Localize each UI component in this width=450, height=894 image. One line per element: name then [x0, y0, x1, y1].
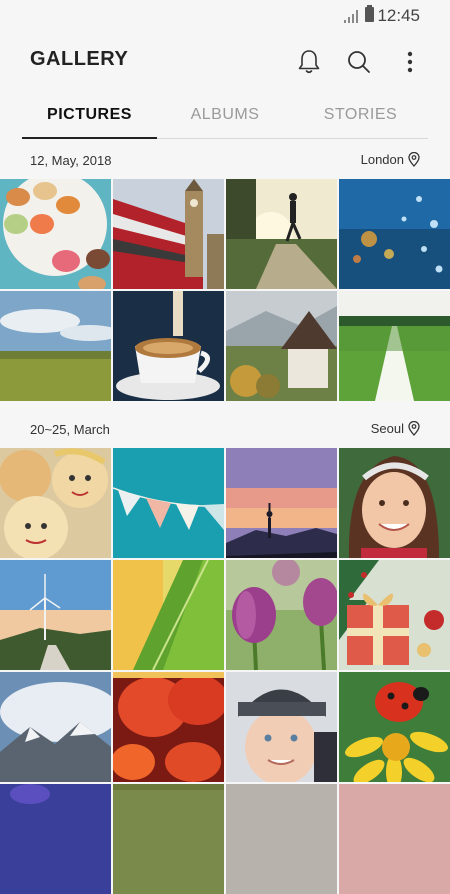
photo-thumbnail[interactable]	[113, 784, 224, 894]
battery-icon	[365, 5, 374, 22]
location-pin-icon	[408, 152, 420, 167]
photo-thumbnail[interactable]	[339, 784, 450, 894]
photo-thumbnail[interactable]	[339, 179, 450, 289]
photo-thumbnail[interactable]	[113, 179, 224, 289]
photo-thumbnail[interactable]	[226, 784, 337, 894]
photo-thumbnail[interactable]	[113, 291, 224, 401]
photo-thumbnail[interactable]	[113, 448, 224, 558]
photo-thumbnail[interactable]	[0, 672, 111, 782]
tab-indicator	[22, 137, 157, 139]
photo-grid	[0, 448, 450, 894]
app-title: GALLERY	[30, 48, 129, 70]
location-pin-icon	[408, 421, 420, 436]
location-label: Seoul	[370, 421, 404, 436]
bell-icon	[298, 50, 320, 74]
photo-thumbnail[interactable]	[339, 560, 450, 670]
photo-thumbnail[interactable]	[226, 179, 337, 289]
section-date: 12, May, 2018	[30, 153, 112, 168]
status-bar: 12:45	[0, 0, 450, 32]
search-icon	[348, 51, 370, 73]
status-time: 12:45	[377, 6, 420, 25]
tab-pictures[interactable]: PICTURES	[22, 92, 157, 138]
photo-thumbnail[interactable]	[226, 672, 337, 782]
section-header: 20~25, March Seoul	[0, 416, 450, 446]
section-header: 12, May, 2018 London	[0, 147, 450, 177]
search-button[interactable]	[341, 44, 377, 80]
location-label: London	[360, 152, 404, 167]
more-options-button[interactable]	[392, 44, 428, 80]
photo-thumbnail[interactable]	[339, 672, 450, 782]
section-location[interactable]: London	[361, 152, 420, 167]
app-bar: GALLERY	[0, 32, 450, 92]
photo-thumbnail[interactable]	[339, 291, 450, 401]
photo-thumbnail[interactable]	[0, 784, 111, 894]
notifications-button[interactable]	[291, 44, 327, 80]
tab-stories[interactable]: STORIES	[293, 92, 428, 138]
photo-thumbnail[interactable]	[0, 560, 111, 670]
photo-thumbnail[interactable]	[113, 560, 224, 670]
section-location[interactable]: Seoul	[371, 421, 420, 436]
section-date: 20~25, March	[30, 422, 110, 437]
photo-thumbnail[interactable]	[0, 179, 111, 289]
more-vertical-icon	[407, 51, 413, 73]
photo-thumbnail[interactable]	[113, 672, 224, 782]
photo-thumbnail[interactable]	[226, 560, 337, 670]
signal-icon	[344, 10, 358, 23]
photo-thumbnail[interactable]	[226, 448, 337, 558]
tab-albums[interactable]: ALBUMS	[157, 92, 293, 138]
photo-thumbnail[interactable]	[226, 291, 337, 401]
photo-thumbnail[interactable]	[0, 448, 111, 558]
tab-bar: PICTURES ALBUMS STORIES	[0, 92, 450, 140]
photo-thumbnail[interactable]	[339, 448, 450, 558]
photo-grid	[0, 179, 450, 401]
photo-thumbnail[interactable]	[0, 291, 111, 401]
